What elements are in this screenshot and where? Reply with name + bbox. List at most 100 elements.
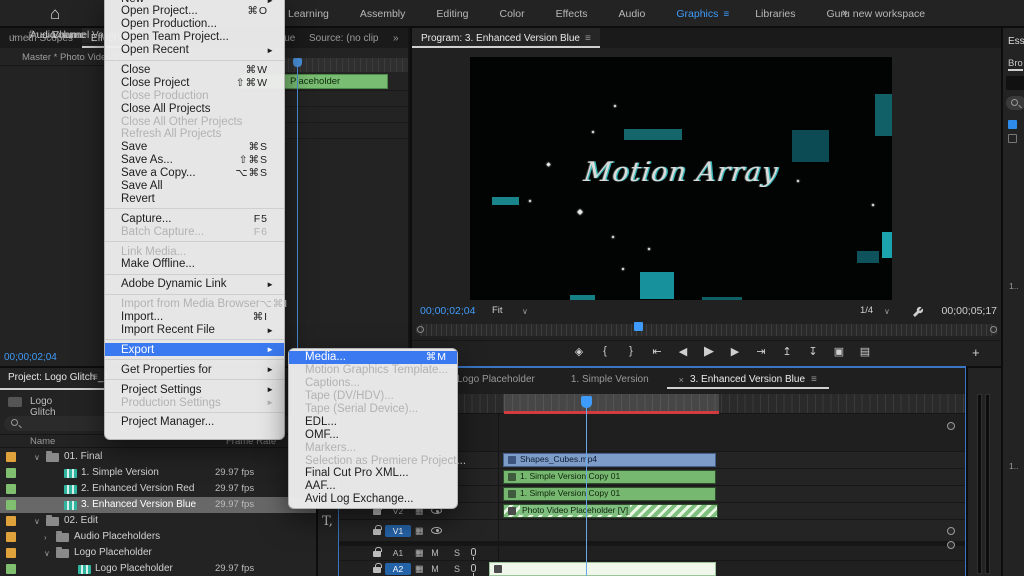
- menu-item[interactable]: Close ⌘W: [105, 64, 284, 77]
- workspace-tab[interactable]: Editing: [436, 8, 473, 20]
- menu-item[interactable]: Get Properties for ►: [105, 363, 284, 376]
- menu-item[interactable]: Project Manager...: [105, 416, 284, 429]
- clip-simple-version-copy-1[interactable]: 1. Simple Version Copy 01: [503, 470, 716, 484]
- track-target-v1[interactable]: V1: [385, 525, 411, 537]
- settings-wrench-icon[interactable]: [912, 306, 924, 318]
- menu-item[interactable]: Save a Copy... ⌥⌘S: [105, 167, 284, 180]
- project-row[interactable]: ∨ Logo Placeholder: [0, 545, 316, 561]
- menu-item[interactable]: Adobe Dynamic Link ►: [105, 278, 284, 291]
- menu-item[interactable]: Tape (DV/HDV)...: [289, 390, 457, 403]
- expand-chevron[interactable]: ∨: [34, 517, 40, 526]
- solo-button[interactable]: S: [451, 564, 463, 574]
- expand-chevron[interactable]: ›: [44, 533, 47, 542]
- scroll-handle[interactable]: [947, 422, 955, 430]
- expand-chevron[interactable]: ∨: [44, 549, 50, 558]
- timeline-playhead-handle[interactable]: [581, 396, 592, 408]
- extract-button[interactable]: ↧: [806, 345, 820, 358]
- workspace-tab[interactable]: Effects: [556, 8, 593, 20]
- source-patch-icon[interactable]: ▦: [415, 563, 424, 574]
- menu-item[interactable]: Make Offline...: [105, 258, 284, 271]
- label-color-chip[interactable]: [6, 468, 16, 478]
- label-color-chip[interactable]: [6, 500, 16, 510]
- project-row[interactable]: Logo Placeholder 29.97 fps: [0, 561, 316, 576]
- project-row[interactable]: 1. Simple Version 29.97 fps: [0, 465, 316, 481]
- zoom-level-select[interactable]: Fit: [492, 305, 503, 316]
- workspace-tab[interactable]: Learning: [288, 8, 334, 20]
- menu-item[interactable]: Save ⌘S: [105, 141, 284, 154]
- mini-timeline-playhead[interactable]: [297, 58, 298, 348]
- menu-item[interactable]: Final Cut Pro XML...: [289, 467, 457, 480]
- menu-item[interactable]: Import from Media Browser ⌥⌘I: [105, 298, 284, 311]
- label-color-chip[interactable]: [6, 516, 16, 526]
- menu-item[interactable]: Save All: [105, 180, 284, 193]
- menu-item[interactable]: Captions...: [289, 377, 457, 390]
- go-to-in-button[interactable]: ⇤: [650, 345, 664, 358]
- program-monitor-tab[interactable]: Program: 3. Enhanced Version Blue ≡: [412, 28, 600, 48]
- menu-item[interactable]: Production Settings ►: [105, 396, 284, 409]
- essential-graphics-tab[interactable]: Esse: [1008, 36, 1024, 47]
- menu-item[interactable]: Refresh All Projects: [105, 128, 284, 141]
- menu-item[interactable]: Revert: [105, 192, 284, 205]
- mini-timeline-playhead-handle[interactable]: [293, 58, 302, 67]
- source-patch-icon[interactable]: ▦: [415, 525, 424, 536]
- menu-item[interactable]: Close All Other Projects: [105, 115, 284, 128]
- menu-item[interactable]: Tape (Serial Device)...: [289, 403, 457, 416]
- menu-item[interactable]: Batch Capture... F6: [105, 225, 284, 238]
- label-color-chip[interactable]: [6, 532, 16, 542]
- resolution-chevron-icon[interactable]: ∨: [884, 307, 890, 316]
- step-forward-button[interactable]: ▶: [728, 345, 742, 358]
- project-row-enhanced-version-blue[interactable]: 3. Enhanced Version Blue 29.97 fps: [0, 497, 316, 513]
- play-button[interactable]: ▶: [702, 343, 716, 359]
- project-panel-menu-icon[interactable]: ≡: [92, 372, 98, 383]
- mark-out-button[interactable]: }: [624, 345, 638, 357]
- sequence-tab-enhanced-version-blue[interactable]: × 3. Enhanced Version Blue ≡: [667, 370, 829, 389]
- project-row[interactable]: ∨ 02. Edit: [0, 513, 316, 529]
- step-back-button[interactable]: ◀: [676, 345, 690, 358]
- menu-item[interactable]: Markers...: [289, 441, 457, 454]
- workspace-tab[interactable]: Audio: [619, 8, 651, 20]
- project-row[interactable]: › Audio Placeholders: [0, 529, 316, 545]
- menu-item[interactable]: Open Production...: [105, 18, 284, 31]
- scroll-handle[interactable]: [947, 541, 955, 549]
- track-visibility-eye-icon[interactable]: [431, 526, 442, 536]
- mark-in-button[interactable]: {: [598, 345, 612, 357]
- template-item-label[interactable]: 1..: [1009, 281, 1018, 291]
- workspace-overflow-chevron[interactable]: »: [842, 7, 848, 19]
- mute-button[interactable]: M: [429, 548, 441, 558]
- browse-tab[interactable]: Bro: [1008, 58, 1023, 71]
- menu-item[interactable]: AAF...: [289, 480, 457, 493]
- track-target-a1[interactable]: A1: [385, 547, 411, 559]
- checkbox-checked[interactable]: [1008, 120, 1017, 129]
- project-row[interactable]: 2. Enhanced Version Red 29.97 fps: [0, 481, 316, 497]
- clip-simple-version-copy-2[interactable]: 1. Simple Version Copy 01: [503, 487, 716, 501]
- add-marker-button[interactable]: ◈: [572, 345, 586, 358]
- mute-button[interactable]: M: [429, 564, 441, 574]
- comparison-view-button[interactable]: ▤: [858, 345, 872, 358]
- program-scrubber[interactable]: [416, 324, 998, 336]
- scrub-zoom-handle-right[interactable]: [990, 326, 997, 333]
- clip-audio-placeholder[interactable]: [489, 562, 716, 576]
- workspace-tab[interactable]: Graphics≡: [676, 8, 729, 20]
- playback-resolution-select[interactable]: 1/4: [860, 305, 873, 316]
- menu-item[interactable]: Open Project... ⌘O: [105, 5, 284, 18]
- timeline-playhead-line[interactable]: [586, 408, 587, 576]
- menu-item[interactable]: Avid Log Exchange...: [289, 493, 457, 506]
- lock-icon[interactable]: [373, 560, 381, 576]
- menu-item-media[interactable]: Media... ⌘M: [289, 351, 457, 364]
- tab-source-monitor[interactable]: Source: (no clip: [300, 28, 387, 48]
- scroll-handle[interactable]: [947, 527, 955, 535]
- template-search-input[interactable]: [1006, 96, 1024, 110]
- label-color-chip[interactable]: [6, 548, 16, 558]
- export-frame-button[interactable]: ▣: [832, 345, 846, 358]
- menu-item[interactable]: Selection as Premiere Project...: [289, 454, 457, 467]
- workspace-tab[interactable]: Color: [500, 8, 530, 20]
- menu-item[interactable]: OMF...: [289, 428, 457, 441]
- menu-item[interactable]: Link Media...: [105, 245, 284, 258]
- clip-photo-video-placeholder[interactable]: Photo Video Placeholder [V]: [503, 504, 718, 518]
- label-color-chip[interactable]: [6, 452, 16, 462]
- menu-item[interactable]: Save As... ⇧⌘S: [105, 154, 284, 167]
- clip-shapes-cubes[interactable]: Shapes_Cubes.mp4: [503, 453, 716, 467]
- voiceover-mic-icon[interactable]: [471, 548, 476, 558]
- program-playhead-handle[interactable]: [634, 322, 643, 331]
- menu-item[interactable]: Close Project ⇧⌘W: [105, 76, 284, 89]
